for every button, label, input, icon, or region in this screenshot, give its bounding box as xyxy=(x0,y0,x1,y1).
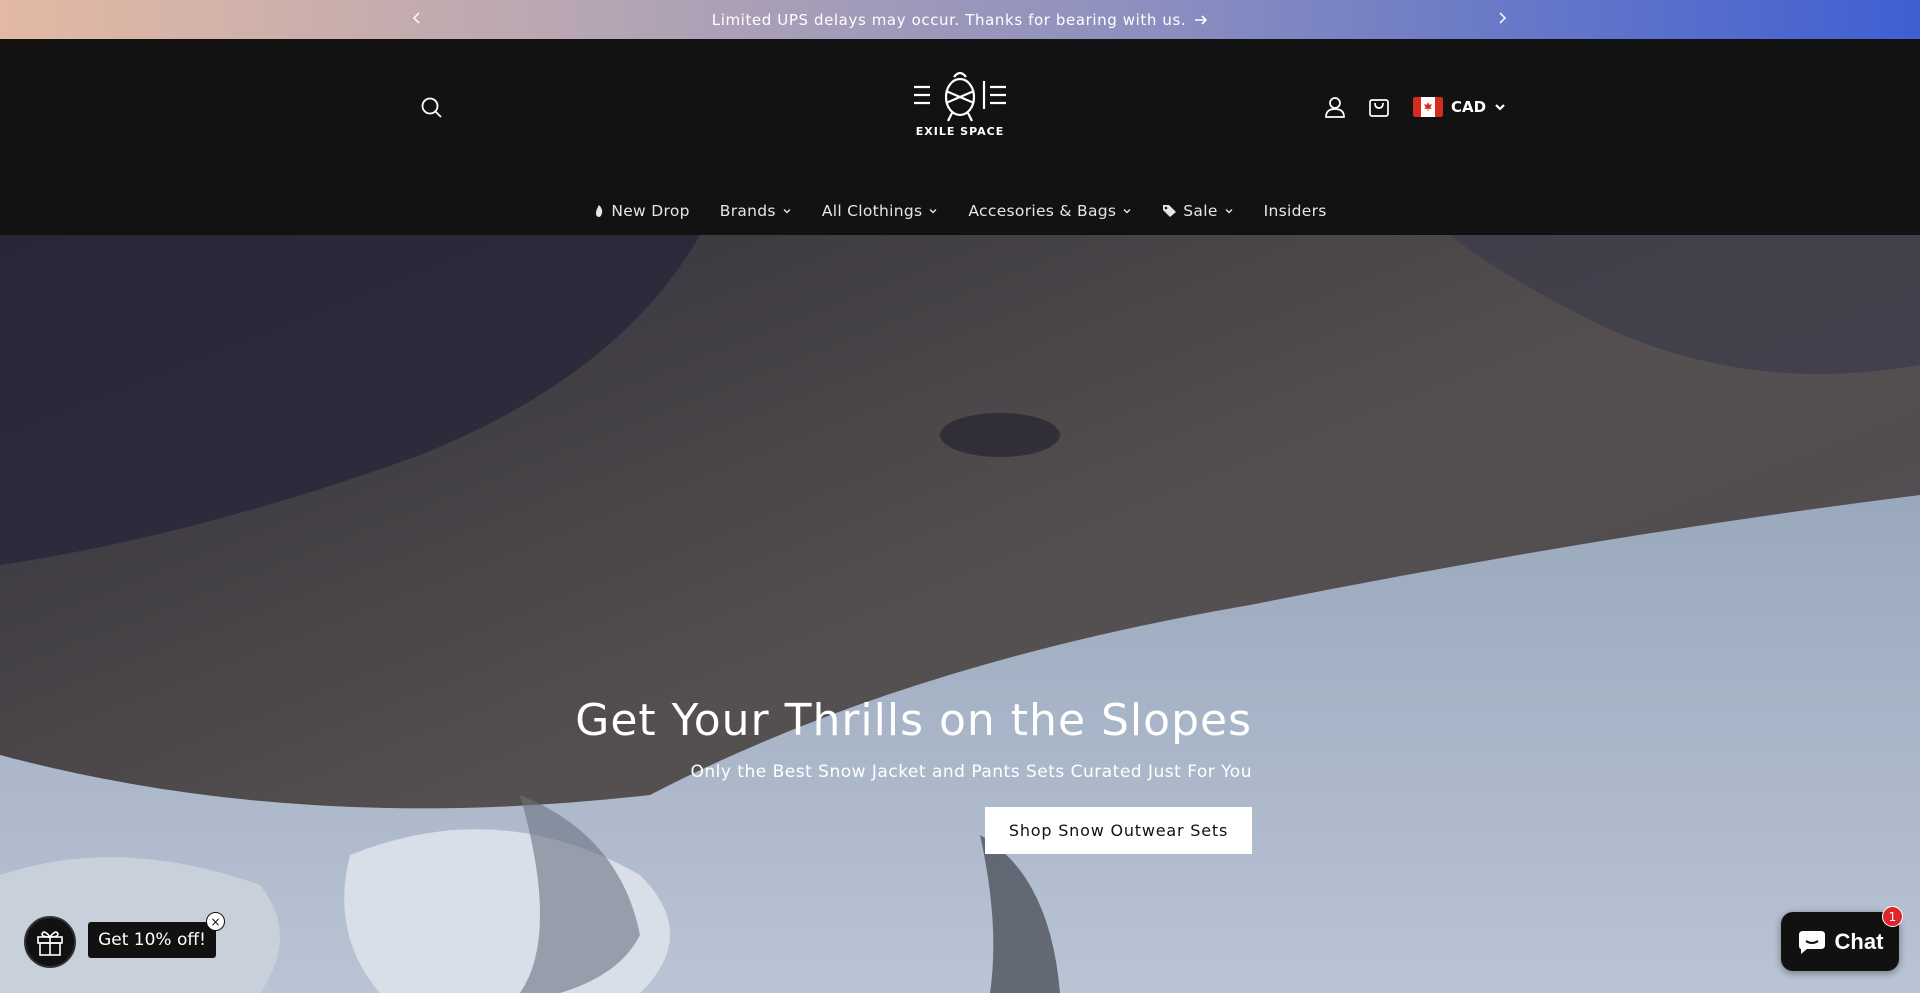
chat-button[interactable]: Chat xyxy=(1781,912,1899,971)
chevron-down-icon xyxy=(1495,104,1505,111)
shopping-bag-icon xyxy=(1369,99,1389,117)
chat-bubble-icon xyxy=(1798,930,1825,954)
tag-icon xyxy=(1163,205,1177,217)
discount-close-button[interactable]: × xyxy=(206,912,225,931)
currency-selector[interactable]: CAD xyxy=(1413,94,1506,120)
nav-label: Accesories & Bags xyxy=(968,202,1117,220)
announcement-link[interactable]: Limited UPS delays may occur. Thanks for… xyxy=(712,11,1209,29)
chat-notification-badge: 1 xyxy=(1882,906,1903,927)
currency-code: CAD xyxy=(1451,98,1487,116)
nav-item-accessories-bags[interactable]: Accesories & Bags xyxy=(968,202,1132,220)
nav-label: New Drop xyxy=(611,202,690,220)
announcement-text: Limited UPS delays may occur. Thanks for… xyxy=(711,10,1187,29)
chevron-left-icon xyxy=(412,12,420,24)
nav-label: All Clothings xyxy=(821,202,923,220)
chevron-down-icon xyxy=(1123,209,1131,214)
hero-title: Get Your Thrills on the Slopes xyxy=(575,695,1252,746)
hero-background-image xyxy=(0,235,1920,993)
nav-label: Sale xyxy=(1183,202,1218,220)
shop-snow-outwear-button[interactable]: Shop Snow Outwear Sets xyxy=(985,807,1252,854)
arrow-right-icon xyxy=(1195,14,1208,25)
announcement-bar: Limited UPS delays may occur. Thanks for… xyxy=(0,0,1920,39)
chevron-down-icon xyxy=(929,209,937,214)
nav-label: Brands xyxy=(719,202,776,220)
nav-item-new-drop[interactable]: New Drop xyxy=(593,202,689,220)
logo-wordmark: EXILE SPACE xyxy=(915,125,1005,138)
search-icon xyxy=(421,97,442,118)
hero-banner: Get Your Thrills on the Slopes Only the … xyxy=(0,235,1920,993)
account-button[interactable] xyxy=(1322,94,1348,120)
astronaut-logo-icon xyxy=(914,71,1006,122)
discount-teaser[interactable]: Get 10% off! xyxy=(88,922,216,958)
search-button[interactable] xyxy=(418,94,446,122)
nav-item-all-clothings[interactable]: All Clothings xyxy=(822,202,939,220)
flame-icon xyxy=(596,205,603,217)
announcement-prev-button[interactable] xyxy=(405,6,429,30)
chevron-down-icon xyxy=(783,209,791,214)
chevron-right-icon xyxy=(1499,12,1507,24)
cart-button[interactable] xyxy=(1366,93,1392,119)
hero-subtitle: Only the Best Snow Jacket and Pants Sets… xyxy=(690,762,1252,782)
site-logo[interactable]: EXILE SPACE xyxy=(910,67,1010,143)
canada-flag-icon xyxy=(1413,97,1443,117)
nav-item-sale[interactable]: Sale xyxy=(1162,202,1233,220)
nav-label: Insiders xyxy=(1263,202,1327,220)
main-navigation: New Drop Brands All Clothings Accesories… xyxy=(0,191,1920,231)
site-header: EXILE SPACE CAD New Drop Brands All Clot… xyxy=(0,39,1920,235)
gift-icon xyxy=(37,931,63,956)
user-icon xyxy=(1325,97,1345,118)
chat-label: Chat xyxy=(1834,928,1884,954)
announcement-next-button[interactable] xyxy=(1490,6,1514,30)
nav-item-insiders[interactable]: Insiders xyxy=(1264,202,1327,220)
chevron-down-icon xyxy=(1225,209,1233,214)
close-icon: × xyxy=(210,914,221,929)
discount-gift-button[interactable] xyxy=(24,916,76,968)
nav-item-brands[interactable]: Brands xyxy=(720,202,792,220)
